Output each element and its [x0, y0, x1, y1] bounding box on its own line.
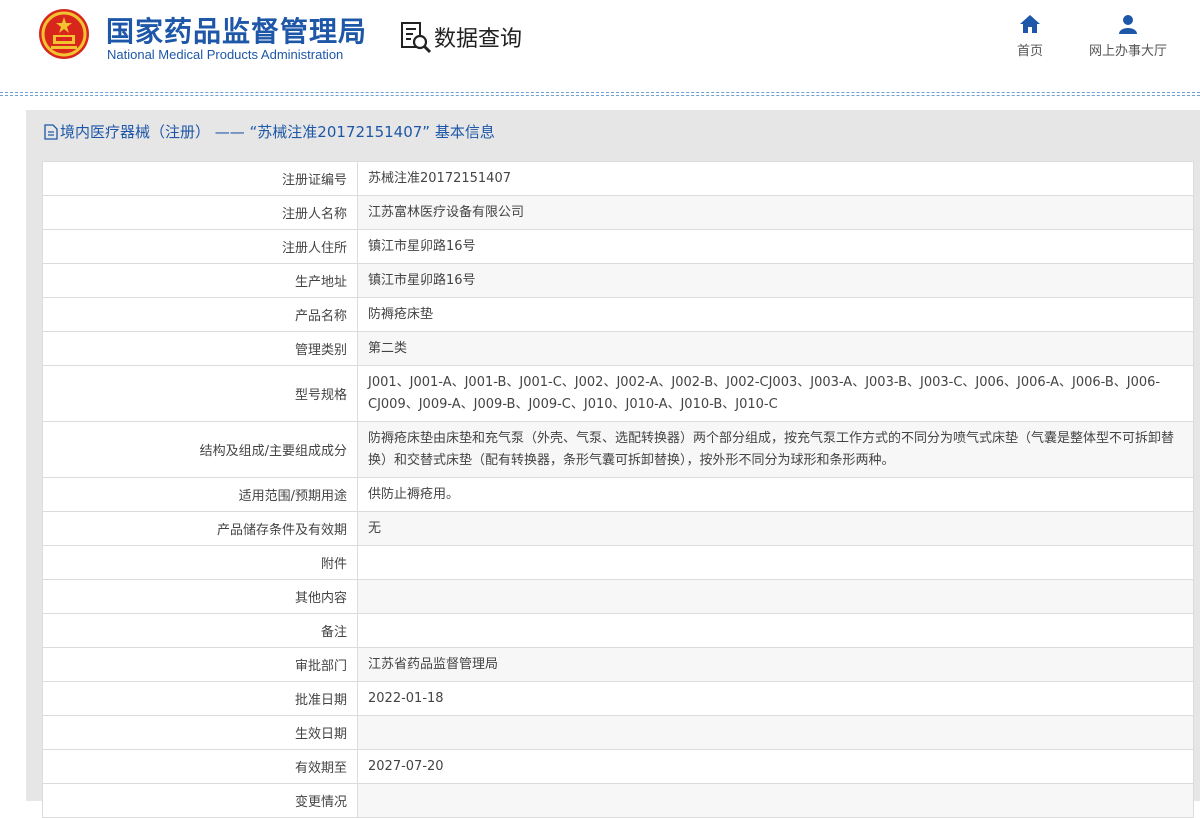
table-row: 审批部门 江苏省药品监督管理局: [42, 647, 1194, 682]
registration-info-table: 注册证编号 苏械注准20172151407 注册人名称 江苏富林医疗设备有限公司 注…: [42, 161, 1194, 818]
field-value: 2027-07-20: [357, 749, 1194, 784]
field-value: J001、J001-A、J001-B、J001-C、J002、J002-A、J0…: [357, 365, 1194, 422]
table-row: 有效期至 2027-07-20: [42, 749, 1194, 784]
field-value: [357, 579, 1194, 614]
field-value: 第二类: [357, 331, 1194, 366]
table-row: 生效日期: [42, 715, 1194, 750]
table-row: 产品储存条件及有效期无: [42, 511, 1194, 546]
nav-home-label: 首页: [1016, 44, 1043, 59]
nav-hall-label: 网上办事大厅: [1088, 44, 1167, 59]
table-row: 附件: [42, 545, 1194, 580]
field-value: [357, 613, 1194, 648]
field-value: 供防止褥疮用。: [357, 477, 1194, 512]
field-label: 结构及组成/主要组成成分: [42, 421, 358, 478]
field-value: 防褥疮床垫由床垫和充气泵（外壳、气泵、选配转换器）两个部分组成，按充气泵工作方式…: [357, 421, 1194, 478]
table-row: 产品名称 防褥疮床垫: [42, 297, 1194, 332]
field-label: 附件: [42, 545, 358, 580]
nav-online-hall[interactable]: 网上办事大厅: [1082, 14, 1174, 59]
field-value: 江苏富林医疗设备有限公司: [357, 195, 1194, 230]
table-row: 备注: [42, 613, 1194, 648]
field-label: 批准日期: [42, 681, 358, 716]
table-row: 注册证编号 苏械注准20172151407: [42, 161, 1194, 196]
brand-title-en: National Medical Products Administration: [107, 47, 344, 62]
data-query-label: 数据查询: [434, 27, 523, 52]
field-label: 产品名称: [42, 297, 358, 332]
field-value: [357, 715, 1194, 750]
header-divider-2: [0, 95, 1200, 96]
user-icon: [1119, 15, 1137, 34]
field-label: 适用范围/预期用途: [42, 477, 358, 512]
brand-title-cn: 国家药品监督管理局: [106, 15, 368, 48]
table-row: 批准日期 2022-01-18: [42, 681, 1194, 716]
field-label: 其他内容: [42, 579, 358, 614]
field-label: 生产地址: [42, 263, 358, 298]
table-row: 注册人名称 江苏富林医疗设备有限公司: [42, 195, 1194, 230]
field-value: [357, 545, 1194, 580]
home-icon: [1020, 15, 1040, 33]
field-value: 2022-01-18: [357, 681, 1194, 716]
field-value: 防褥疮床垫: [357, 297, 1194, 332]
field-value: 无: [357, 511, 1194, 546]
field-label: 备注: [42, 613, 358, 648]
field-label: 管理类别: [42, 331, 358, 366]
table-row: 生产地址 镇江市星卯路16号: [42, 263, 1194, 298]
table-row: 管理类别 第二类: [42, 331, 1194, 366]
breadcrumb-text: 境内医疗器械（注册） —— “苏械注准20172151407” 基本信息: [60, 123, 495, 141]
table-row: 注册人住所 镇江市星卯路16号: [42, 229, 1194, 264]
breadcrumb: 境内医疗器械（注册） —— “苏械注准20172151407” 基本信息: [44, 121, 495, 142]
table-row: 结构及组成/主要组成成分 防褥疮床垫由床垫和充气泵（外壳、气泵、选配转换器）两个部…: [42, 421, 1194, 478]
header-divider: [0, 92, 1200, 93]
field-label: 产品储存条件及有效期: [42, 511, 358, 546]
field-label: 审批部门: [42, 647, 358, 682]
table-row: 型号规格 J001、J001-A、J001-B、J001-C、J002、J002-…: [42, 365, 1194, 422]
site-header: 国家药品监督管理局 National Medical Products Admi…: [0, 0, 1200, 92]
nav-home[interactable]: 首页: [1010, 14, 1050, 59]
field-label: 注册人住所: [42, 229, 358, 264]
table-row: 适用范围/预期用途 供防止褥疮用。: [42, 477, 1194, 512]
data-query-title: 数据查询: [400, 20, 522, 54]
field-label: 生效日期: [42, 715, 358, 750]
field-value: 镇江市星卯路16号: [357, 263, 1194, 298]
field-value: 江苏省药品监督管理局: [357, 647, 1194, 682]
field-label: 注册证编号: [42, 161, 358, 196]
table-row: 其他内容: [42, 579, 1194, 614]
field-label: 型号规格: [42, 365, 358, 422]
national-emblem-icon: [39, 9, 89, 59]
field-value: 苏械注准20172151407: [357, 161, 1194, 196]
field-value: 镇江市星卯路16号: [357, 229, 1194, 264]
field-label: 有效期至: [42, 749, 358, 784]
document-icon: [44, 123, 58, 140]
document-search-icon: [401, 22, 432, 54]
field-label: 注册人名称: [42, 195, 358, 230]
